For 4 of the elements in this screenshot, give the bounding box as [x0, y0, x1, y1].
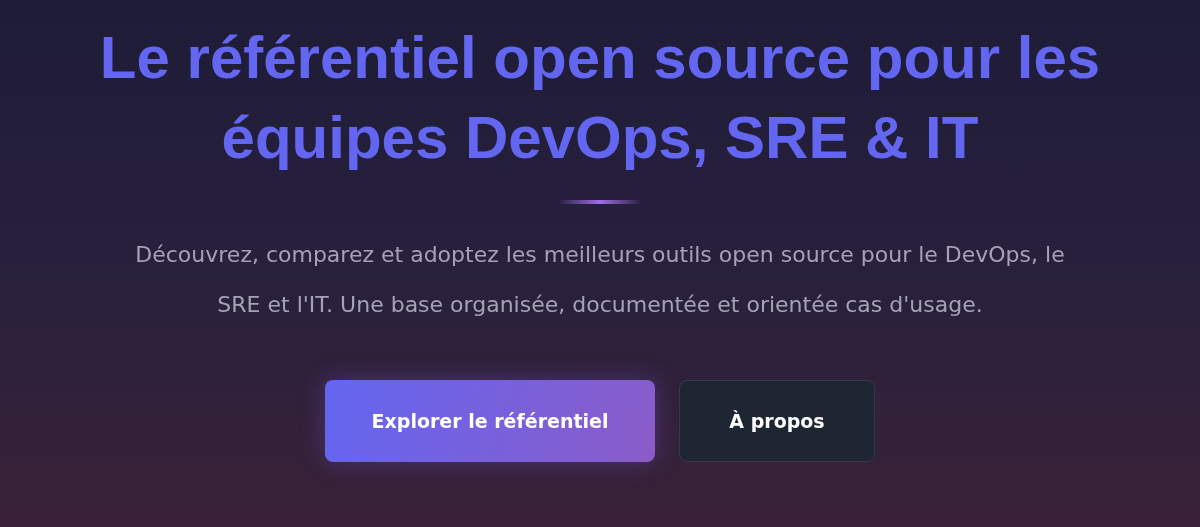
explore-button[interactable]: Explorer le référentiel [325, 380, 655, 462]
about-button[interactable]: À propos [679, 380, 875, 462]
hero-title: Le référentiel open source pour les équipes DevOps, SRE & IT [98, 23, 1102, 173]
hero-description: Découvrez, comparez et adoptez les meilleurs outils open source pour le DevOps, le SRE et l'IT. Une base organisée, documentée et orientée cas d'usage. [134, 241, 1066, 319]
